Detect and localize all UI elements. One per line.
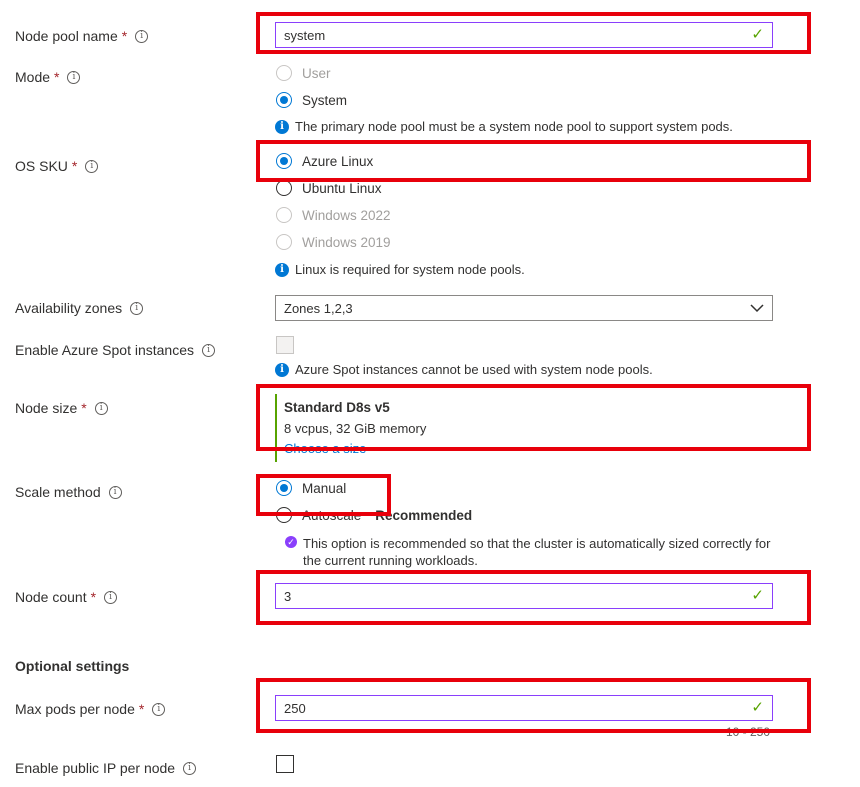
max-pods-label-text: Max pods per node [15,701,135,717]
info-filled-icon: i [275,119,289,134]
availability-zones-dropdown[interactable]: Zones 1,2,3 [275,295,773,321]
availability-zones-label: Availability zones i [15,300,144,316]
mode-system-radio[interactable]: System [276,92,347,108]
required-asterisk: * [121,28,128,44]
availability-zones-value: Zones 1,2,3 [284,301,353,316]
radio-circle [276,92,292,108]
os-sku-option-label: Windows 2019 [302,234,391,250]
radio-circle [276,180,292,196]
node-size-label: Node size * i [15,400,108,416]
mode-label-text: Mode [15,69,51,85]
os-sku-windows-2019-radio[interactable]: Windows 2019 [276,234,391,250]
scale-method-label-text: Scale method [15,484,101,500]
info-icon[interactable]: i [67,70,81,84]
highlight-box-node-count [256,570,811,625]
info-filled-icon: i [275,362,289,377]
mode-system-label: System [302,92,348,108]
highlight-box-os-sku [256,140,811,182]
info-icon[interactable]: i [130,301,144,315]
os-sku-option-label: Ubuntu Linux [302,180,382,196]
spot-checkbox[interactable] [276,336,294,354]
info-icon[interactable]: i [152,702,166,716]
info-icon[interactable]: i [85,159,99,173]
info-icon[interactable]: i [183,761,197,775]
public-ip-label: Enable public IP per node i [15,760,197,776]
os-sku-label-text: OS SKU [15,158,68,174]
required-asterisk: * [138,701,145,717]
info-icon[interactable]: i [135,29,149,43]
node-count-label: Node count * i [15,589,118,605]
info-icon[interactable]: i [108,485,122,499]
chevron-down-icon [750,304,764,313]
spot-info-note: i Azure Spot instances cannot be used wit… [275,362,653,377]
spot-note-text: Azure Spot instances cannot be used with… [295,362,653,377]
mode-user-label: User [302,65,331,81]
mode-note-text: The primary node pool must be a system n… [295,119,733,134]
optional-settings-heading: Optional settings [15,658,130,674]
availability-zones-label-text: Availability zones [15,300,123,316]
scale-method-label: Scale method i [15,484,122,500]
mode-info-note: i The primary node pool must be a system … [275,119,733,134]
max-pods-label: Max pods per node * i [15,701,166,717]
info-icon[interactable]: i [202,343,216,357]
required-asterisk: * [90,589,97,605]
highlight-box-node-size [256,384,811,451]
highlight-box-max-pods [256,678,811,733]
os-sku-note-text: Linux is required for system node pools. [295,262,525,277]
radio-circle [276,234,292,250]
public-ip-checkbox[interactable] [276,755,294,773]
info-icon[interactable]: i [94,401,108,415]
mode-user-radio[interactable]: User [276,65,331,81]
os-sku-windows-2022-radio[interactable]: Windows 2022 [276,207,391,223]
os-sku-option-label: Windows 2022 [302,207,391,223]
info-filled-icon: i [275,262,289,277]
radio-circle [276,207,292,223]
node-count-label-text: Node count [15,589,87,605]
public-ip-label-text: Enable public IP per node [15,760,176,776]
node-size-label-text: Node size [15,400,78,416]
os-sku-label: OS SKU * i [15,158,99,174]
radio-circle [276,65,292,81]
required-asterisk: * [54,69,60,85]
os-sku-ubuntu-linux-radio[interactable]: Ubuntu Linux [276,180,382,196]
spot-label: Enable Azure Spot instances i [15,342,216,358]
recommended-check-icon: ✓ [285,536,297,548]
highlight-box-scale-method [256,474,391,516]
info-icon[interactable]: i [104,590,118,604]
scale-method-note: This option is recommended so that the c… [303,536,771,568]
spot-label-text: Enable Azure Spot instances [15,342,195,358]
mode-label: Mode * i [15,69,81,85]
node-pool-name-label-text: Node pool name [15,28,118,44]
highlight-box-node-pool-name [256,12,811,54]
required-asterisk: * [71,158,78,174]
node-pool-name-label: Node pool name * i [15,28,149,44]
os-sku-info-note: i Linux is required for system node pools… [275,262,525,277]
required-asterisk: * [81,400,87,416]
